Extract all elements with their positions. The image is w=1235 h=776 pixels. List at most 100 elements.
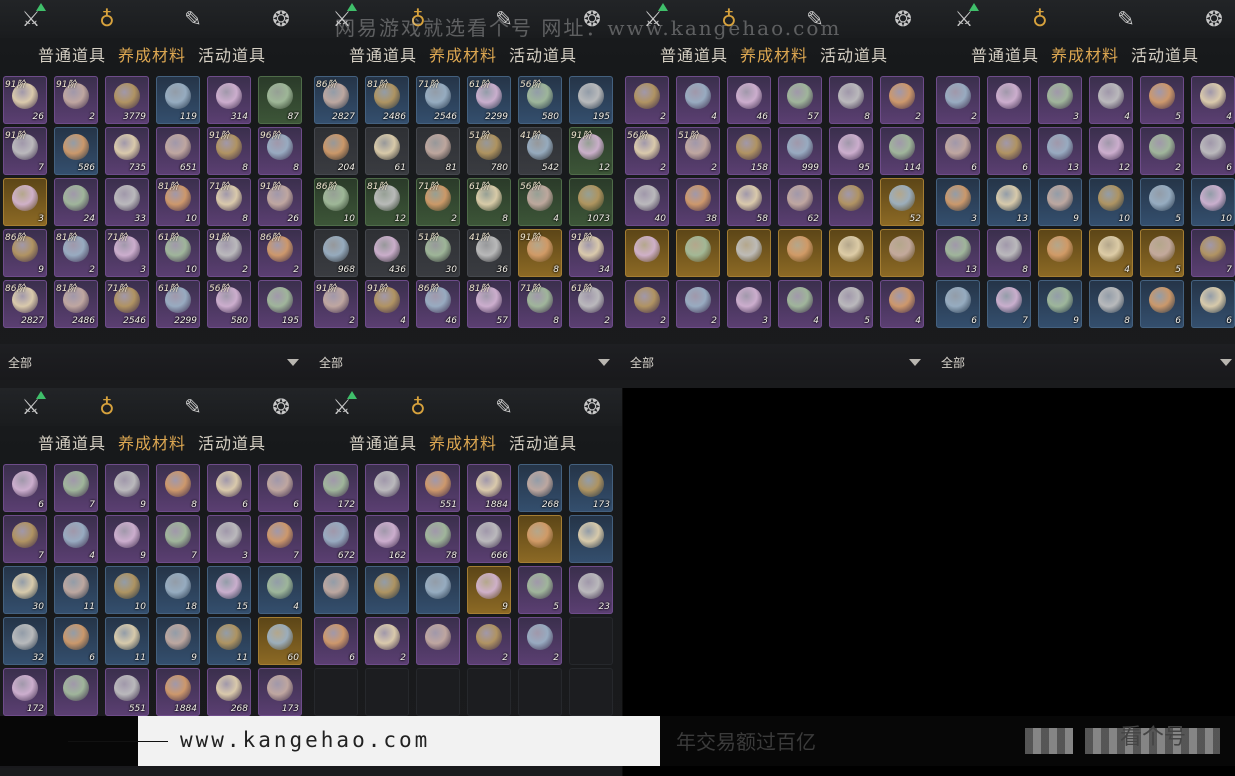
- item-slot[interactable]: 91阶 26: [258, 178, 302, 226]
- item-slot[interactable]: 7: [3, 515, 47, 563]
- item-slot[interactable]: 81: [416, 127, 460, 175]
- item-slot[interactable]: 41阶 542: [518, 127, 562, 175]
- item-slot[interactable]: 672: [314, 515, 358, 563]
- item-slot[interactable]: 86阶 46: [416, 280, 460, 328]
- item-slot[interactable]: 6: [314, 617, 358, 665]
- item-slot[interactable]: 46: [727, 76, 771, 124]
- item-slot[interactable]: 9: [1038, 178, 1082, 226]
- item-slot[interactable]: 119: [156, 76, 200, 124]
- item-slot[interactable]: 172: [314, 464, 358, 512]
- item-slot[interactable]: 91阶 8: [518, 229, 562, 277]
- item-slot[interactable]: 15: [207, 566, 251, 614]
- item-slot[interactable]: 1884: [467, 464, 511, 512]
- item-slot[interactable]: 23: [569, 566, 613, 614]
- item-slot[interactable]: 3: [727, 280, 771, 328]
- item-slot[interactable]: 4: [54, 515, 98, 563]
- item-slot[interactable]: 11: [105, 617, 149, 665]
- item-slot[interactable]: 3: [3, 178, 47, 226]
- item-slot[interactable]: 91阶 12: [569, 127, 613, 175]
- item-slot[interactable]: 7: [258, 515, 302, 563]
- gem-icon[interactable]: ❂: [890, 6, 916, 32]
- item-slot[interactable]: 71阶 2: [416, 178, 460, 226]
- item-slot[interactable]: 41阶 36: [467, 229, 511, 277]
- tab-materials[interactable]: 养成材料: [429, 430, 497, 454]
- tab-materials[interactable]: 养成材料: [118, 42, 186, 66]
- bag-icon[interactable]: ♁: [1027, 6, 1053, 32]
- item-slot[interactable]: 7: [156, 515, 200, 563]
- tab-event[interactable]: 活动道具: [509, 42, 577, 66]
- item-slot[interactable]: 162: [365, 515, 409, 563]
- gem-icon[interactable]: ❂: [579, 394, 605, 420]
- item-slot[interactable]: 91阶 34: [569, 229, 613, 277]
- item-slot[interactable]: 13: [1038, 127, 1082, 175]
- item-slot[interactable]: 71阶 8: [518, 280, 562, 328]
- item-slot[interactable]: 13: [987, 178, 1031, 226]
- item-slot[interactable]: 1073: [569, 178, 613, 226]
- item-slot[interactable]: 62: [778, 178, 822, 226]
- item-slot[interactable]: 78: [416, 515, 460, 563]
- item-slot[interactable]: 999: [778, 127, 822, 175]
- item-slot[interactable]: 968: [314, 229, 358, 277]
- item-slot[interactable]: 60: [258, 617, 302, 665]
- item-slot[interactable]: 51阶 2: [676, 127, 720, 175]
- item-slot[interactable]: [416, 566, 460, 614]
- item-slot[interactable]: [518, 668, 562, 716]
- tab-materials[interactable]: 养成材料: [429, 42, 497, 66]
- item-slot[interactable]: 91阶 2: [54, 76, 98, 124]
- item-slot[interactable]: [314, 566, 358, 614]
- item-slot[interactable]: 6: [207, 464, 251, 512]
- tab-common[interactable]: 普通道具: [349, 430, 417, 454]
- item-slot[interactable]: 6: [987, 127, 1031, 175]
- item-slot[interactable]: 71阶 2546: [416, 76, 460, 124]
- item-slot[interactable]: 7: [54, 464, 98, 512]
- item-slot[interactable]: 172: [3, 668, 47, 716]
- swords-icon[interactable]: ⚔: [951, 3, 979, 32]
- item-slot[interactable]: 2: [676, 280, 720, 328]
- item-slot[interactable]: 4: [1089, 229, 1133, 277]
- item-slot[interactable]: 11: [54, 566, 98, 614]
- item-slot[interactable]: 56阶 4: [518, 178, 562, 226]
- item-slot[interactable]: 6: [1140, 280, 1184, 328]
- item-slot[interactable]: 24: [54, 178, 98, 226]
- item-slot[interactable]: 3: [1038, 76, 1082, 124]
- item-slot[interactable]: 268: [207, 668, 251, 716]
- item-slot[interactable]: 81阶 2486: [365, 76, 409, 124]
- item-slot[interactable]: 173: [569, 464, 613, 512]
- item-slot[interactable]: 5: [829, 280, 873, 328]
- item-slot[interactable]: 195: [258, 280, 302, 328]
- item-slot[interactable]: 6: [1191, 280, 1235, 328]
- item-slot[interactable]: 204: [314, 127, 358, 175]
- item-slot[interactable]: 436: [365, 229, 409, 277]
- item-slot[interactable]: [987, 76, 1031, 124]
- swords-icon[interactable]: ⚔: [18, 391, 46, 420]
- tab-common[interactable]: 普通道具: [38, 430, 106, 454]
- item-slot[interactable]: 551: [416, 464, 460, 512]
- item-slot[interactable]: 61阶 2: [569, 280, 613, 328]
- item-slot[interactable]: 2: [1140, 127, 1184, 175]
- item-slot[interactable]: 52: [880, 178, 924, 226]
- item-slot[interactable]: 586: [54, 127, 98, 175]
- item-slot[interactable]: [1038, 229, 1082, 277]
- item-slot[interactable]: [569, 617, 613, 665]
- item-slot[interactable]: [625, 229, 669, 277]
- bag-icon[interactable]: ♁: [94, 394, 120, 420]
- scroll-icon[interactable]: ✎: [491, 394, 517, 420]
- item-slot[interactable]: 71阶 2546: [105, 280, 149, 328]
- tab-materials[interactable]: 养成材料: [1051, 42, 1119, 66]
- item-slot[interactable]: [829, 178, 873, 226]
- item-slot[interactable]: 91阶 2: [207, 229, 251, 277]
- item-slot[interactable]: 114: [880, 127, 924, 175]
- item-slot[interactable]: 56阶 580: [207, 280, 251, 328]
- item-slot[interactable]: 86阶 9: [3, 229, 47, 277]
- item-slot[interactable]: 2: [518, 617, 562, 665]
- item-slot[interactable]: 61阶 10: [156, 229, 200, 277]
- item-slot[interactable]: 56阶 580: [518, 76, 562, 124]
- item-slot[interactable]: 2: [936, 76, 980, 124]
- item-slot[interactable]: [467, 668, 511, 716]
- item-slot[interactable]: 5: [518, 566, 562, 614]
- item-slot[interactable]: 51阶 780: [467, 127, 511, 175]
- item-slot[interactable]: 3: [936, 178, 980, 226]
- gem-icon[interactable]: ❂: [268, 6, 294, 32]
- item-slot[interactable]: 6: [936, 280, 980, 328]
- filter-dropdown[interactable]: 全部: [933, 344, 1235, 380]
